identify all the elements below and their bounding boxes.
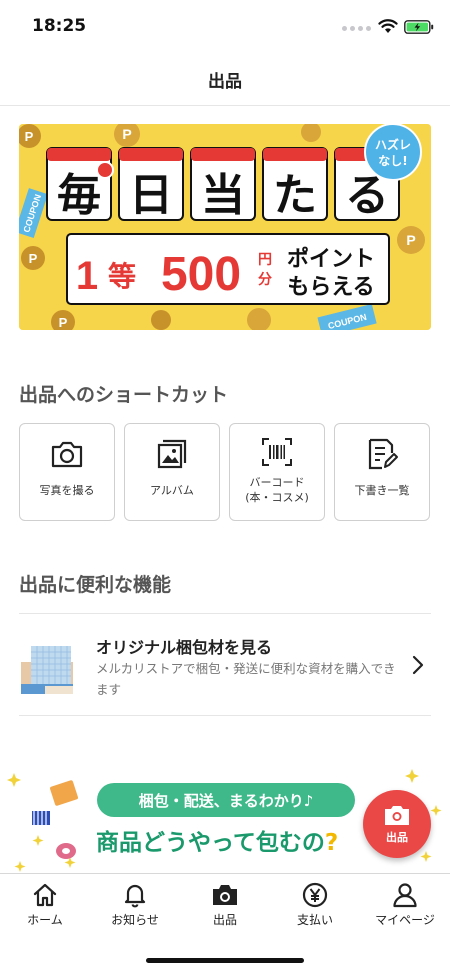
status-bar: 18:25 <box>0 0 450 54</box>
promo-banner[interactable]: P P P P P COUPON COUPON 毎 日 当 た る ハズレ なし… <box>19 124 431 330</box>
svg-text:P: P <box>29 251 38 266</box>
svg-text:1: 1 <box>76 254 98 298</box>
tab-label: マイページ <box>375 913 435 927</box>
feature-title: オリジナル梱包材を見る <box>96 638 273 657</box>
yen-icon <box>302 882 328 908</box>
svg-text:日: 日 <box>129 170 173 221</box>
tab-label: 出品 <box>212 913 237 927</box>
promo-banner-graphic: P P P P P COUPON COUPON 毎 日 当 た る ハズレ なし… <box>19 124 431 330</box>
camera-icon <box>50 437 84 471</box>
target-icon <box>96 161 114 179</box>
chevron-right-icon <box>412 655 424 675</box>
tab-label: 支払い <box>296 913 333 927</box>
home-indicator <box>146 958 304 963</box>
svg-text:分: 分 <box>258 272 272 288</box>
svg-text:P: P <box>25 129 34 144</box>
svg-text:た: た <box>273 170 317 221</box>
svg-text:なし!: なし! <box>378 154 407 168</box>
signal-icon <box>342 26 371 31</box>
svg-text:500: 500 <box>161 248 241 301</box>
tab-label: お知らせ <box>111 913 159 927</box>
bell-icon <box>122 882 148 908</box>
packing-guide-headline-mark: ? <box>324 830 339 856</box>
package-icon <box>50 780 78 806</box>
calendar-tile-2: 日 <box>118 147 184 221</box>
tab-payment[interactable]: 支払い <box>270 874 360 934</box>
home-icon <box>32 882 58 908</box>
svg-text:円: 円 <box>258 252 272 268</box>
feature-packing-material[interactable]: オリジナル梱包材を見る メルカリストアで梱包・発送に便利な資材を購入できます <box>19 614 431 715</box>
shortcut-take-photo[interactable]: 写真を撮る <box>19 423 115 521</box>
shortcut-label: 下書き一覧 <box>354 484 410 497</box>
shortcut-album[interactable]: アルバム <box>124 423 220 521</box>
packing-guide-headline: 商品どうやって包むの? <box>96 823 338 857</box>
svg-text:もらえる: もらえる <box>287 275 374 300</box>
sell-fab-button[interactable]: 出品 <box>363 790 431 858</box>
divider <box>19 715 431 716</box>
packing-guide-headline-text: 商品どうやって包むの <box>96 830 325 856</box>
shortcut-label: バーコード (本・コスメ) <box>245 476 309 504</box>
album-icon <box>155 437 189 471</box>
feature-description: メルカリストアで梱包・発送に便利な資材を購入できます <box>96 661 396 697</box>
draft-list-icon <box>365 437 399 471</box>
tab-sell[interactable]: 出品 <box>180 874 270 934</box>
packing-material-icon <box>21 646 73 694</box>
tab-notifications[interactable]: お知らせ <box>90 874 180 934</box>
coin-icon <box>151 310 171 330</box>
shortcut-section-title: 出品へのショートカット <box>19 384 229 406</box>
shortcut-label: アルバム <box>150 484 194 497</box>
shortcut-label: 写真を撮る <box>39 484 95 497</box>
svg-text:当: 当 <box>201 170 245 221</box>
svg-text:毎: 毎 <box>57 170 101 221</box>
calendar-tile-3: 当 <box>190 147 256 221</box>
page-title: 出品 <box>208 72 242 92</box>
shortcut-list: 写真を撮る アルバム バーコード (本・コスメ) 下書き一覧 <box>19 423 431 521</box>
coin-icon: P <box>21 246 45 270</box>
tape-icon <box>32 811 50 825</box>
header: 出品 <box>0 54 450 106</box>
prize-panel: 1 等 500 円 分 ポイント もらえる <box>66 233 390 305</box>
camera-icon <box>385 805 409 825</box>
tab-label: ホーム <box>27 913 63 927</box>
sell-fab-label: 出品 <box>386 830 408 844</box>
wifi-icon <box>378 19 398 33</box>
svg-text:ポイント: ポイント <box>287 246 375 272</box>
features-section-title: 出品に便利な機能 <box>19 574 172 596</box>
packing-guide-pill: 梱包・配送、まるわかり♪ <box>97 783 355 817</box>
camera-icon <box>212 882 238 908</box>
barcode-icon <box>260 435 294 469</box>
status-time: 18:25 <box>32 16 87 36</box>
tab-home[interactable]: ホーム <box>0 874 90 934</box>
svg-text:等: 等 <box>108 260 136 293</box>
tab-mypage[interactable]: マイページ <box>360 874 450 934</box>
svg-text:ハズレ: ハズレ <box>375 137 411 152</box>
svg-text:P: P <box>59 315 68 330</box>
person-icon <box>392 882 418 908</box>
no-miss-badge: ハズレ なし! <box>364 124 422 181</box>
calendar-tile-1: 毎 <box>46 147 112 221</box>
calendar-tile-4: た <box>262 147 328 221</box>
shortcut-barcode[interactable]: バーコード (本・コスメ) <box>229 423 325 521</box>
svg-text:P: P <box>122 126 131 142</box>
coin-icon: P <box>397 226 425 254</box>
battery-icon <box>404 20 434 34</box>
svg-text:P: P <box>406 232 415 248</box>
shortcut-drafts[interactable]: 下書き一覧 <box>334 423 430 521</box>
